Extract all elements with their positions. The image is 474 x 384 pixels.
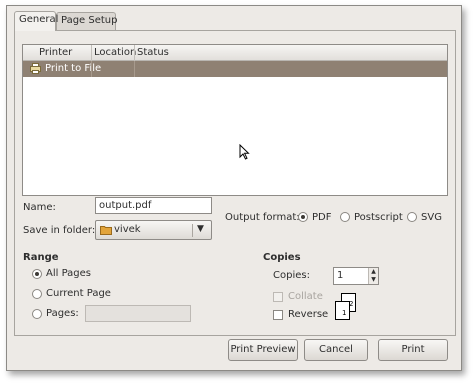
row-separator xyxy=(134,61,135,77)
column-header-printer[interactable]: Printer xyxy=(39,47,72,58)
range-heading: Range xyxy=(23,252,59,263)
format-postscript-radio[interactable] xyxy=(340,212,350,222)
name-label: Name: xyxy=(23,202,56,213)
tab-general[interactable]: General xyxy=(14,11,59,31)
folder-value: vivek xyxy=(114,224,141,235)
folder-icon xyxy=(100,226,112,235)
format-pdf-radio[interactable] xyxy=(298,212,308,222)
tab-page-setup-label: Page Setup xyxy=(61,15,118,26)
printer-name: Print to File xyxy=(45,63,102,74)
row-separator xyxy=(91,61,92,77)
svg-text:1: 1 xyxy=(342,309,346,317)
copies-value: 1 xyxy=(337,270,344,281)
print-button[interactable]: Print xyxy=(378,339,448,361)
mouse-cursor-icon xyxy=(239,144,250,160)
column-separator xyxy=(134,45,135,61)
printer-list-header: Printer Location Status xyxy=(23,45,447,61)
reverse-label[interactable]: Reverse xyxy=(288,309,328,320)
page-order-icon: 2 1 xyxy=(335,293,356,320)
range-current-page-radio[interactable] xyxy=(32,289,42,299)
combo-divider xyxy=(192,224,193,237)
column-separator xyxy=(91,45,92,61)
filename-input[interactable]: output.pdf xyxy=(95,197,212,214)
printer-list[interactable]: Printer Location Status Print to File xyxy=(22,44,448,196)
tab-general-label: General xyxy=(19,14,59,25)
range-pages-radio[interactable] xyxy=(32,309,42,319)
folder-combo[interactable]: vivek ▼ xyxy=(95,220,212,240)
print-preview-button[interactable]: Print Preview xyxy=(228,339,298,361)
print-dialog: Page Setup General Printer Location Stat… xyxy=(6,5,462,371)
printer-row-print-to-file[interactable]: Print to File xyxy=(23,61,447,77)
chevron-down-icon: ▼ xyxy=(197,224,204,234)
column-header-status[interactable]: Status xyxy=(137,47,169,58)
pages-input[interactable] xyxy=(85,305,191,322)
range-all-pages-radio[interactable] xyxy=(32,269,42,279)
save-in-folder-label: Save in folder: xyxy=(23,225,96,236)
copies-heading: Copies xyxy=(263,252,301,263)
tab-page-setup[interactable]: Page Setup xyxy=(56,12,118,30)
range-all-pages-label[interactable]: All Pages xyxy=(46,268,91,279)
printer-file-icon xyxy=(30,63,41,74)
cancel-button[interactable]: Cancel xyxy=(304,339,368,361)
reverse-checkbox[interactable] xyxy=(273,310,283,320)
format-pdf-label[interactable]: PDF xyxy=(312,212,331,223)
collate-label[interactable]: Collate xyxy=(288,291,323,302)
range-pages-label[interactable]: Pages: xyxy=(46,308,79,319)
column-header-location[interactable]: Location xyxy=(94,47,136,58)
spin-buttons[interactable]: ▲ ▼ xyxy=(368,268,378,284)
format-svg-radio[interactable] xyxy=(407,212,417,222)
copies-label: Copies: xyxy=(273,270,310,281)
output-format-label: Output format: xyxy=(225,212,300,223)
range-current-page-label[interactable]: Current Page xyxy=(46,288,111,299)
format-svg-label[interactable]: SVG xyxy=(421,212,442,223)
collate-checkbox[interactable] xyxy=(273,292,283,302)
format-postscript-label[interactable]: Postscript xyxy=(354,212,403,223)
copies-spinner[interactable]: 1 ▲ ▼ xyxy=(333,267,379,285)
